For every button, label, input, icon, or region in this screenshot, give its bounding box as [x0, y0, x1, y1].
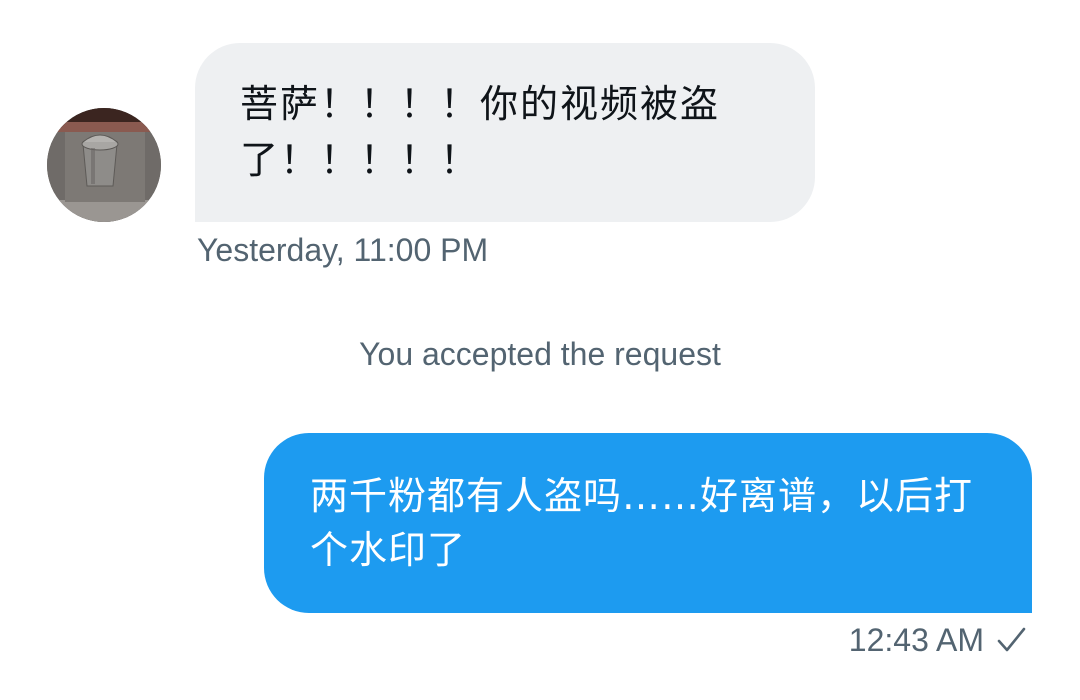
- outgoing-message-bubble[interactable]: 两千粉都有人盗吗……好离谱，以后打个水印了: [264, 433, 1032, 613]
- outgoing-message-text: 两千粉都有人盗吗……好离谱，以后打个水印了: [310, 474, 974, 572]
- sender-avatar[interactable]: [47, 108, 161, 222]
- trash-can-photo-icon: [47, 108, 161, 222]
- incoming-message-text: 菩萨！！！！你的视频被盗了！！！！！: [240, 82, 721, 182]
- request-accepted-note: You accepted the request: [359, 336, 721, 372]
- incoming-message-bubble[interactable]: 菩萨！！！！你的视频被盗了！！！！！: [195, 43, 815, 222]
- dm-conversation: 菩萨！！！！你的视频被盗了！！！！！ Yesterday, 11:00 PM Y…: [0, 0, 1080, 700]
- checkmark-icon: [994, 623, 1028, 657]
- incoming-message-timestamp: Yesterday, 11:00 PM: [197, 232, 489, 268]
- outgoing-message-meta: 12:43 AM: [849, 620, 1028, 660]
- outgoing-message-timestamp: 12:43 AM: [848, 622, 984, 658]
